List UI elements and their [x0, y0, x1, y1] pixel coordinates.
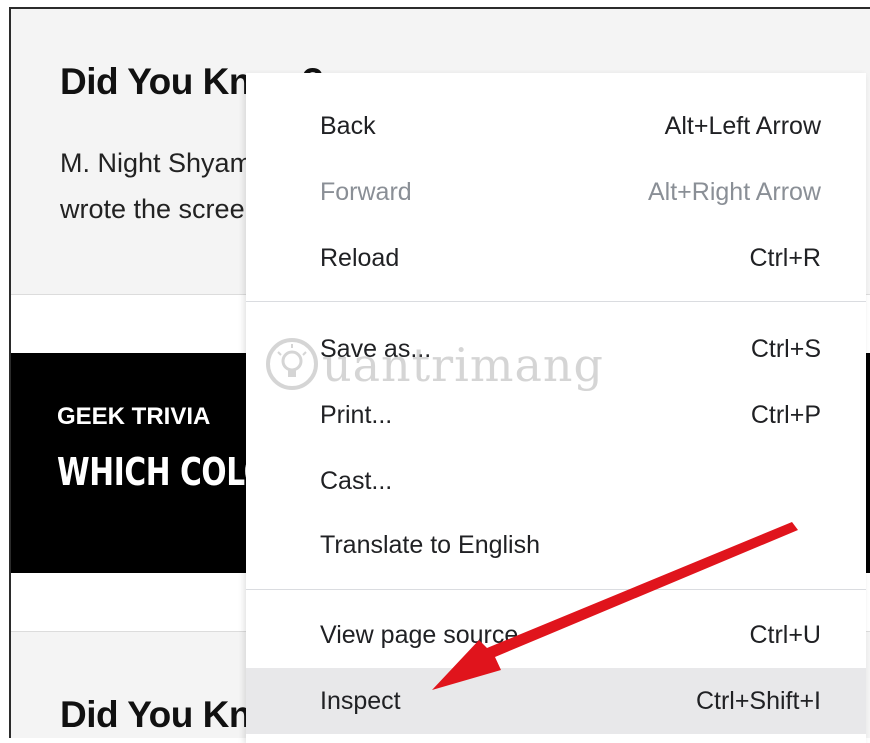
menu-item-label: Save as...: [320, 334, 432, 363]
menu-item-label: View page source: [320, 620, 519, 649]
menu-item-shortcut: Ctrl+R: [749, 243, 821, 272]
menu-item-translate[interactable]: Translate to English: [246, 512, 866, 578]
menu-item-print[interactable]: Print... Ctrl+P: [246, 382, 866, 448]
menu-separator: [246, 301, 866, 302]
menu-item-shortcut: Alt+Left Arrow: [664, 111, 821, 140]
menu-item-shortcut: Ctrl+S: [750, 334, 821, 363]
menu-item-label: Inspect: [320, 686, 401, 715]
menu-item-save-as[interactable]: Save as... Ctrl+S: [246, 316, 866, 382]
menu-item-shortcut: Alt+Right Arrow: [648, 177, 821, 206]
menu-item-label: Forward: [320, 177, 412, 206]
menu-item-shortcut: Ctrl+Shift+I: [695, 686, 821, 715]
menu-separator: [246, 589, 866, 590]
context-menu: Back Alt+Left Arrow Forward Alt+Right Ar…: [246, 73, 866, 743]
menu-item-inspect[interactable]: Inspect Ctrl+Shift+I: [246, 668, 866, 734]
menu-item-cast[interactable]: Cast...: [246, 448, 866, 514]
menu-item-label: Cast...: [320, 466, 393, 495]
trivia-kicker: GEEK TRIVIA: [57, 403, 211, 430]
menu-item-label: Back: [320, 111, 376, 140]
menu-item-view-source[interactable]: View page source Ctrl+U: [246, 602, 866, 668]
menu-item-shortcut: Ctrl+P: [750, 400, 821, 429]
menu-item-shortcut: Ctrl+U: [749, 620, 821, 649]
menu-item-label: Print...: [320, 400, 393, 429]
menu-item-label: Translate to English: [320, 530, 541, 559]
menu-item-forward: Forward Alt+Right Arrow: [246, 159, 866, 225]
menu-item-back[interactable]: Back Alt+Left Arrow: [246, 93, 866, 159]
menu-item-label: Reload: [320, 243, 400, 272]
menu-item-reload[interactable]: Reload Ctrl+R: [246, 225, 866, 291]
